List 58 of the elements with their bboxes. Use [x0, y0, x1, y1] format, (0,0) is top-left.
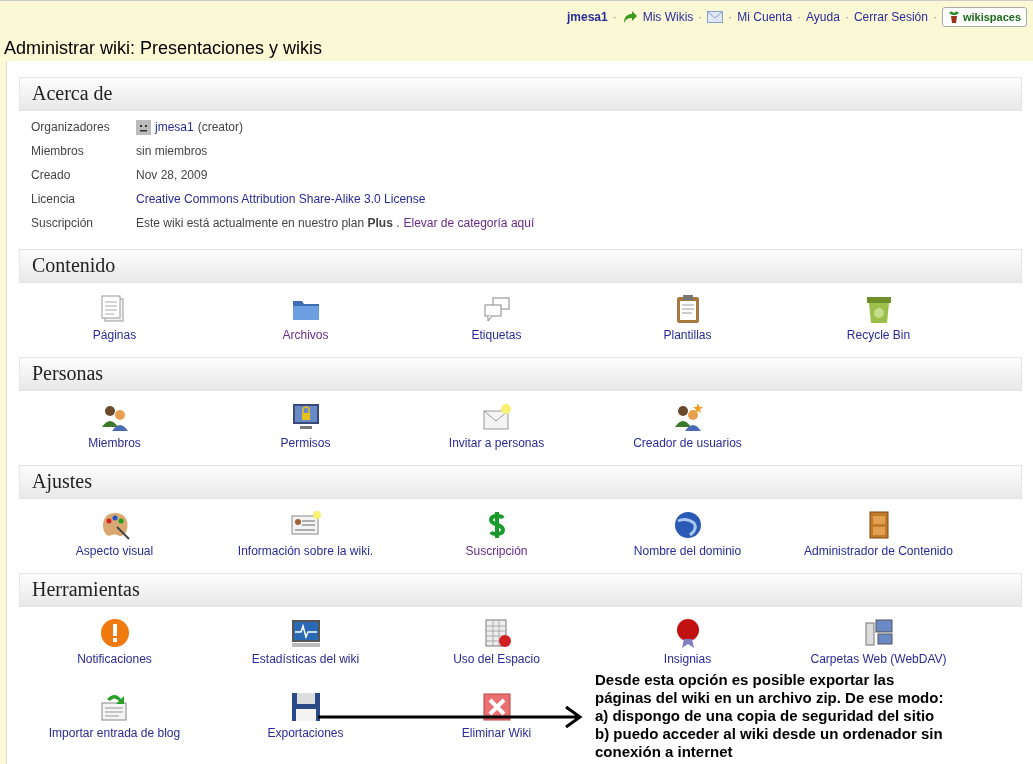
field-label: Organizadores	[31, 120, 111, 134]
separator: ·	[612, 9, 617, 24]
link[interactable]: jmesa1	[155, 120, 194, 134]
warning-icon[interactable]	[98, 617, 131, 649]
annotation-text: Desde esta opción es posible exportar las páginas del wiki en un archivo zip. De ese modo: a) dispongo de una copia de seguridad del sitio b) puedo acceder al wiki desde un ordenador sin conexión a internet	[595, 671, 944, 761]
section-heading: Contenido	[19, 249, 1022, 283]
admin-link[interactable]: Insignias	[663, 652, 712, 666]
admin-link[interactable]: Invitar a personas	[448, 436, 545, 450]
admin-link[interactable]: Aspecto visual	[75, 544, 154, 558]
admin-link[interactable]: Archivos	[282, 328, 329, 342]
admin-link[interactable]: Recycle Bin	[846, 328, 911, 342]
top-link[interactable]: Cerrar Sesión	[853, 9, 928, 24]
user-link[interactable]: jmesa1	[567, 9, 608, 24]
admin-link[interactable]: Etiquetas	[471, 328, 522, 342]
top-link[interactable]: Mi Cuenta	[737, 9, 793, 24]
admin-link[interactable]: Importar entrada de blog	[48, 726, 181, 740]
field-label: Creado	[31, 168, 72, 182]
admin-link[interactable]: Plantillas	[663, 328, 712, 342]
section-heading: Personas	[19, 357, 1022, 391]
computers-icon[interactable]	[862, 617, 895, 649]
chart-monitor-icon[interactable]	[289, 617, 322, 649]
link[interactable]: Creative Commons Attribution Share-Alike 3.0 License	[136, 192, 426, 206]
admin-link[interactable]: Uso del Espacio	[453, 652, 540, 666]
top-link[interactable]: Ayuda	[806, 9, 840, 24]
admin-link[interactable]: Estadísticas del wiki	[251, 652, 360, 666]
page-title: Administrar wiki: Presentaciones y wikis	[3, 37, 324, 60]
admin-link[interactable]: Exportaciones	[267, 726, 344, 740]
wikispaces-logo[interactable]: wikispaces	[941, 6, 1027, 27]
field-label: Miembros	[31, 144, 85, 158]
field-label: Suscripción	[31, 216, 95, 230]
field-value: Este wiki está actualmente en nuestro plan Plus .	[136, 216, 400, 230]
separator: ·	[698, 9, 703, 24]
separator: ·	[797, 9, 802, 24]
top-link[interactable]: Mis Wikis	[642, 9, 694, 24]
admin-link[interactable]: Creador de usuarios	[633, 436, 742, 450]
admin-link[interactable]: Administrador de Contenido	[804, 544, 953, 558]
separator: ·	[932, 9, 937, 24]
admin-link[interactable]: Información sobre la wiki.	[237, 544, 374, 558]
admin-link[interactable]: Suscripción	[465, 544, 528, 558]
field-value: (creator)	[197, 120, 244, 134]
admin-link[interactable]: Miembros	[88, 436, 141, 450]
admin-link[interactable]: Páginas	[92, 328, 137, 342]
avatar-icon	[136, 119, 151, 135]
admin-link[interactable]: Notificaciones	[77, 652, 152, 666]
admin-link[interactable]: Eliminar Wiki	[461, 726, 532, 740]
section-heading: Ajustes	[19, 465, 1022, 499]
section-heading: Herramientas	[19, 573, 1022, 607]
arrow-icon	[621, 9, 638, 24]
field-label: Licencia	[31, 192, 77, 206]
admin-link[interactable]: Nombre del dominio	[633, 544, 742, 558]
admin-link[interactable]: Permisos	[280, 436, 331, 450]
link[interactable]: Elevar de categoría aquí	[403, 216, 535, 230]
field-value: sin miembros	[136, 144, 208, 158]
separator: ·	[844, 9, 849, 24]
section-heading: Acerca de	[19, 77, 1022, 111]
field-value: Nov 28, 2009	[136, 168, 208, 182]
separator: ·	[728, 9, 733, 24]
admin-link[interactable]: Carpetas Web (WebDAV)	[810, 652, 947, 666]
